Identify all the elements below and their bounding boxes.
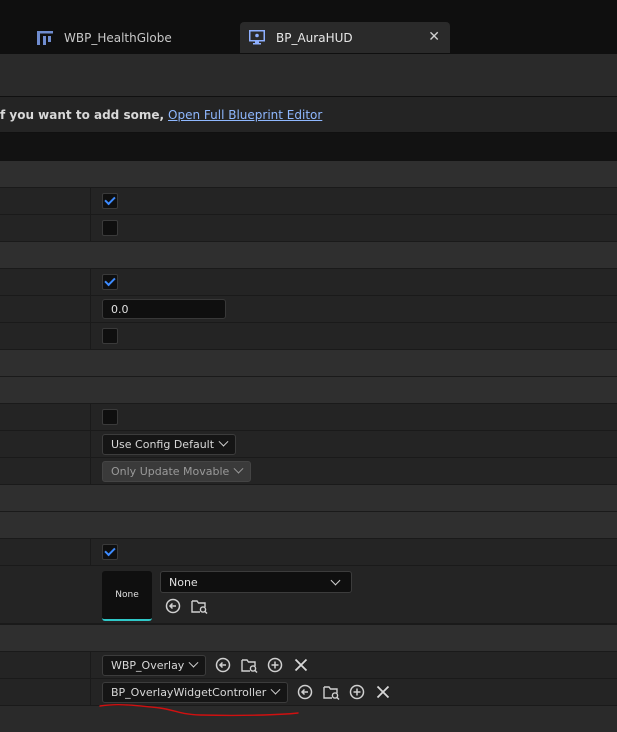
category-row[interactable] bbox=[0, 350, 617, 377]
browse-folder-icon[interactable] bbox=[322, 683, 340, 701]
notice-text: f you want to add some, bbox=[0, 107, 165, 122]
property-row bbox=[0, 188, 617, 215]
property-row bbox=[0, 215, 617, 242]
tab-label: BP_AuraHUD bbox=[276, 30, 353, 45]
browse-folder-icon[interactable] bbox=[240, 656, 258, 674]
tab-wbp-healthglobe[interactable]: WBP_HealthGlobe bbox=[28, 22, 238, 53]
property-checkbox[interactable] bbox=[102, 409, 118, 425]
tab-bp-aurahud[interactable]: BP_AuraHUD ✕ bbox=[240, 22, 450, 53]
tab-strip: WBP_HealthGlobe BP_AuraHUD ✕ bbox=[0, 0, 617, 54]
category-row[interactable] bbox=[0, 242, 617, 269]
tab-label: WBP_HealthGlobe bbox=[64, 30, 172, 45]
bottom-band bbox=[0, 706, 617, 732]
widget-blueprint-icon bbox=[36, 30, 54, 46]
property-row: 0.0 bbox=[0, 296, 617, 323]
overlay-widget-class-dropdown[interactable]: WBP_Overlay bbox=[102, 654, 207, 676]
clear-icon[interactable] bbox=[374, 683, 392, 701]
dropdown-label: BP_OverlayWidgetController bbox=[111, 685, 267, 699]
hud-blueprint-icon bbox=[248, 30, 266, 46]
toolbar bbox=[0, 54, 617, 96]
chevron-down-icon bbox=[330, 575, 341, 586]
category-row[interactable] bbox=[0, 377, 617, 404]
property-row bbox=[0, 269, 617, 296]
dropdown-label: WBP_Overlay bbox=[111, 658, 185, 672]
property-row: WBP_Overlay bbox=[0, 652, 617, 679]
chevron-down-icon bbox=[218, 436, 229, 447]
property-checkbox[interactable] bbox=[102, 274, 118, 290]
chevron-down-icon bbox=[188, 657, 199, 668]
overlay-controller-class-dropdown[interactable]: BP_OverlayWidgetController bbox=[102, 681, 289, 703]
property-row bbox=[0, 323, 617, 350]
dropdown-label: Only Update Movable bbox=[111, 464, 230, 478]
use-selected-icon[interactable] bbox=[164, 597, 182, 615]
add-icon[interactable] bbox=[266, 656, 284, 674]
details-header-band bbox=[0, 133, 617, 161]
property-row bbox=[0, 539, 617, 566]
info-notice: f you want to add some, Open Full Bluepr… bbox=[0, 96, 617, 133]
update-mode-dropdown: Only Update Movable bbox=[102, 460, 252, 482]
clear-icon[interactable] bbox=[292, 656, 310, 674]
browse-folder-icon[interactable] bbox=[190, 597, 208, 615]
asset-thumbnail[interactable]: None bbox=[102, 571, 152, 621]
add-icon[interactable] bbox=[348, 683, 366, 701]
category-row[interactable] bbox=[0, 625, 617, 652]
category-row[interactable] bbox=[0, 485, 617, 512]
dropdown-label: Use Config Default bbox=[111, 437, 215, 451]
category-row[interactable] bbox=[0, 512, 617, 539]
chevron-down-icon bbox=[233, 463, 244, 474]
open-full-blueprint-editor-link[interactable]: Open Full Blueprint Editor bbox=[168, 108, 322, 122]
property-checkbox[interactable] bbox=[102, 193, 118, 209]
dropdown-label: None bbox=[169, 575, 198, 589]
float-input[interactable]: 0.0 bbox=[102, 299, 226, 319]
property-row: Use Config Default bbox=[0, 431, 617, 458]
property-row bbox=[0, 404, 617, 431]
property-checkbox[interactable] bbox=[102, 220, 118, 236]
category-row[interactable] bbox=[0, 161, 617, 188]
chevron-down-icon bbox=[270, 684, 281, 695]
property-checkbox[interactable] bbox=[102, 328, 118, 344]
config-default-dropdown[interactable]: Use Config Default bbox=[102, 433, 237, 455]
asset-property-row: None None bbox=[0, 566, 617, 624]
property-row: Only Update Movable bbox=[0, 458, 617, 485]
asset-picker-dropdown[interactable]: None bbox=[160, 571, 352, 593]
use-selected-icon[interactable] bbox=[296, 683, 314, 701]
close-icon[interactable]: ✕ bbox=[428, 29, 440, 45]
property-row: BP_OverlayWidgetController bbox=[0, 679, 617, 706]
property-checkbox[interactable] bbox=[102, 544, 118, 560]
use-selected-icon[interactable] bbox=[214, 656, 232, 674]
